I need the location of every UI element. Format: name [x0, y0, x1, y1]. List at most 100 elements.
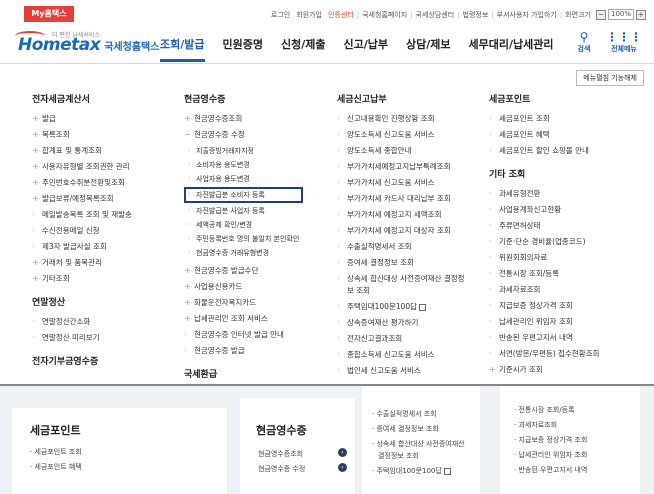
menu-item[interactable]: · 사업용계좌신고현황	[489, 204, 599, 216]
menu-item[interactable]: + 사업용신용카드	[184, 281, 299, 293]
menu-item[interactable]: + 발급보류/예정목록조회	[32, 193, 132, 205]
menu-item[interactable]: · 상속세 합산대상 사전증여재산 결정정	[337, 273, 465, 285]
menu-item[interactable]: + 현금영수증 발급수단	[184, 265, 299, 277]
menu-item[interactable]: + 화물운전자복지카드	[184, 297, 299, 309]
bg-item[interactable]: · 상속세 합산대상 사전증여재산	[372, 438, 480, 450]
bg-item[interactable]: · 전통시장 조회/등록	[514, 404, 640, 416]
menu-item-continued[interactable]: 보 조회	[337, 285, 465, 297]
menu-item[interactable]: + 거래처 및 품목관리	[32, 257, 132, 269]
submenu-item[interactable]: · 사업자용 용도변경	[188, 173, 299, 185]
nav-tax-agent[interactable]: 세무대리/납세관리	[468, 36, 553, 60]
all-menu-button[interactable]: ⋮⋮⋮ 전체메뉴	[604, 30, 644, 54]
consult-center-link[interactable]: 국세상담센터	[413, 10, 458, 20]
menu-item[interactable]: + 사용자유형별 조회권한 관리	[32, 161, 132, 173]
menu-item[interactable]: − 현금영수증 수정	[184, 129, 299, 141]
menu-item[interactable]: · 연말정산 미리보기	[32, 332, 132, 344]
signup-link[interactable]: 회원가입	[293, 10, 325, 20]
menu-item[interactable]: · 전자신고결과조회	[337, 333, 465, 345]
bg-item[interactable]: · 세금포인트 혜택	[30, 461, 227, 473]
menu-item[interactable]: · 현금영수증 인터넷 발급 안내	[184, 329, 299, 341]
menu-item[interactable]: + 발급	[32, 113, 132, 125]
menu-item[interactable]: · 현금영수증 발급	[184, 345, 299, 357]
menu-expand-toggle[interactable]: 메뉴펼침 기능해제	[576, 70, 644, 86]
bullet-icon: ·	[489, 221, 492, 230]
menu-item[interactable]: · 메일발송목록 조회 및 재발송	[32, 209, 132, 221]
menu-item[interactable]: · 부가가치세 예정고지 세액조회	[337, 209, 465, 221]
law-info-link[interactable]: 법령정보	[460, 10, 492, 20]
bg-item[interactable]: · 반송된 우편고지서 내역	[514, 464, 640, 476]
menu-item[interactable]: · 양도소득세 신고도움 서비스	[337, 129, 465, 141]
bg-item[interactable]: · 세금포인트 조회	[30, 446, 227, 458]
menu-item[interactable]: + 합계표 및 통계조회	[32, 145, 132, 157]
bg-item[interactable]: 현금영수증 수정 ›	[258, 463, 355, 475]
menu-item[interactable]: + 기타조회	[32, 273, 132, 285]
menu-item[interactable]: · 증여세 결정정보 조회	[337, 257, 465, 269]
menu-item[interactable]: · 주택임대100문100답	[337, 301, 465, 313]
submenu-item[interactable]: · 주민등록번호 명의 불일치 본인확인	[188, 233, 299, 245]
bullet-icon: ·	[32, 317, 35, 326]
menu-item[interactable]: · 위원회회의자료	[489, 252, 599, 264]
menu-item[interactable]: · 납세관리인 위임자 조회	[489, 316, 599, 328]
menu-item[interactable]: · 기준·단순 경비율(업종코드)	[489, 236, 599, 248]
menu-item[interactable]: · 상속증여재산 평가하기	[337, 317, 465, 329]
menu-item[interactable]: + 주민번호수취분전환및조회	[32, 177, 132, 189]
bg-item[interactable]: · 증여세 결정정보 조회	[372, 423, 480, 435]
submenu-item[interactable]: · 지출증빙거래자지정	[188, 145, 299, 157]
menu-item[interactable]: · 서면(방문/우편등) 접수현황조회	[489, 348, 599, 360]
menu-item[interactable]: · 과세자료조회	[489, 284, 599, 296]
zoom-in-button[interactable]: +	[636, 9, 646, 20]
menu-item[interactable]: · 전통시장 조회/등록	[489, 268, 599, 280]
menu-item[interactable]: · 주류면허상태	[489, 220, 599, 232]
menu-item[interactable]: · 연말정산간소화	[32, 316, 132, 328]
menu-item[interactable]: · 부가가치세 카드사 대리납부 조회	[337, 193, 465, 205]
bg-item[interactable]: · 지급보증 정상가격 조회	[514, 434, 640, 446]
nav-report-pay[interactable]: 신고/납부	[343, 36, 388, 60]
submenu-item[interactable]: · 세액공제 확인/변경	[188, 219, 299, 231]
menu-item[interactable]: · 지급보증 정상가격 조회	[489, 300, 599, 312]
cert-center-link[interactable]: 인증센터	[325, 10, 357, 20]
menu-item[interactable]: · 부가가치세 예정고지 대상자 조회	[337, 225, 465, 237]
menu-item[interactable]: · 수신전용메일 신청	[32, 225, 132, 237]
bg-item[interactable]: 현금영수증조회 ›	[258, 448, 355, 460]
menu-item[interactable]: + 기준시가 조회	[489, 364, 599, 376]
nts-homepage-link[interactable]: 국세청홈페이지	[359, 10, 410, 20]
zoom-out-button[interactable]: −	[595, 9, 606, 20]
dept-user-signup-link[interactable]: 부서사용자 가입하기	[494, 10, 560, 20]
bg-item[interactable]: · 과세자료조회	[514, 419, 640, 431]
menu-item[interactable]: · 신고내용확인 진행상황 조회	[337, 113, 465, 125]
menu-item[interactable]: · 종합소득세 신고도움 서비스	[337, 349, 465, 361]
menu-item[interactable]: · 부가가치세예정고지납부특례조회	[337, 161, 465, 173]
menu-item[interactable]: · 과세유형전환	[489, 188, 599, 200]
submenu-item[interactable]: · 현금영수증 거래유형변경	[188, 247, 299, 259]
bg-item[interactable]: · 수출실적명세서 조회	[372, 408, 480, 420]
my-hometax-button[interactable]: My홈택스	[24, 6, 74, 22]
submenu-item-highlighted[interactable]: · 자진발급분 소비자 등록	[184, 187, 304, 203]
menu-item[interactable]: · 법인세 신고도움 서비스	[337, 365, 465, 377]
menu-item[interactable]: + 납세관리인 조회 서비스	[184, 313, 299, 325]
bg-item-continued[interactable]: 결정정보 조회	[378, 450, 480, 462]
search-button[interactable]: ⚲ 검색	[564, 30, 604, 54]
bg-item[interactable]: · 납세관리인 위임자 조회	[514, 449, 640, 461]
menu-item[interactable]: · 세금포인트 혜택	[489, 129, 599, 141]
menu-item[interactable]: + 목록조회	[32, 129, 132, 141]
menu-item[interactable]: · 반송된 우편고지서 내역	[489, 332, 599, 344]
hometax-logo[interactable]: 더 편한 납세서비스 Hometax 국세청홈택스	[14, 30, 159, 60]
submenu-item[interactable]: · 자진발급분 사업자 등록	[188, 205, 299, 217]
menu-item[interactable]: · 제3자 발급사실 조회	[32, 241, 132, 253]
nav-apply-submit[interactable]: 신청/제출	[281, 36, 326, 60]
bullet-icon: ·	[188, 190, 191, 199]
menu-item[interactable]: · 세금포인트 조회	[489, 113, 599, 125]
login-link[interactable]: 로그인	[268, 10, 293, 20]
submenu-item[interactable]: · 소비자용 용도변경	[188, 159, 299, 171]
menu-item[interactable]: · 수출실적명세서 조회	[337, 241, 465, 253]
bullet-icon: ·	[489, 253, 492, 262]
menu-item[interactable]: · 부가가치세 신고도움 서비스	[337, 177, 465, 189]
nav-consult-report[interactable]: 상담/제보	[406, 36, 451, 60]
menu-item[interactable]: · 양도소득세 종합안내	[337, 145, 465, 157]
menu-item[interactable]: · 세금포인트 할인 쇼핑몰 안내	[489, 145, 599, 157]
plus-icon: +	[489, 365, 496, 374]
nav-civil-cert[interactable]: 민원증명	[223, 36, 263, 60]
bg-item[interactable]: · 주택임대100문100답	[372, 465, 480, 477]
menu-item[interactable]: + 현금영수증조회	[184, 113, 299, 125]
nav-inquiry-issue[interactable]: 조회/발급	[160, 36, 205, 62]
